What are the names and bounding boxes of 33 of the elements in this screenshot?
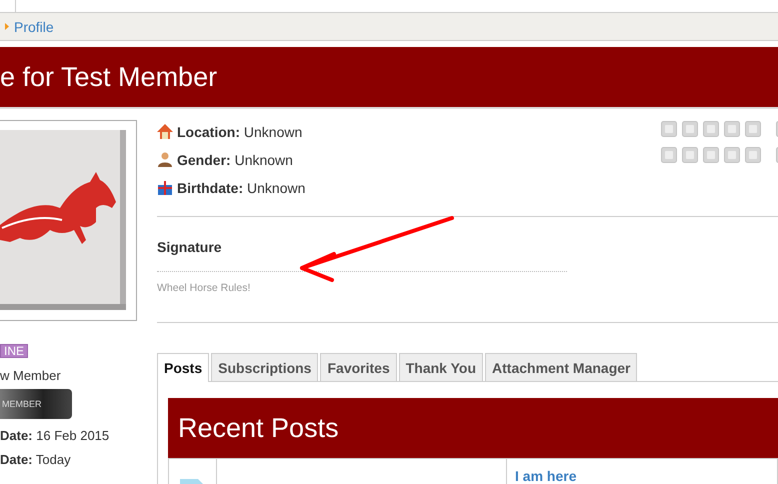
gift-icon — [157, 180, 173, 195]
share-icon[interactable] — [682, 121, 698, 137]
share-icon[interactable] — [703, 147, 719, 163]
member-stat: Date: Today — [0, 452, 71, 467]
rank-badge: MEMBER — [0, 389, 72, 419]
share-icon[interactable] — [682, 147, 698, 163]
share-icon[interactable] — [745, 121, 761, 137]
share-icon[interactable] — [703, 121, 719, 137]
detail-text: Birthdate: Unknown — [177, 180, 306, 196]
profile-tab[interactable]: Favorites — [320, 353, 397, 381]
breadcrumb-link[interactable]: Profile — [14, 18, 54, 34]
recent-posts-title: Recent Posts — [178, 412, 339, 444]
share-icon[interactable] — [745, 147, 761, 163]
status-badge: INE — [0, 344, 28, 358]
caret-icon — [5, 23, 9, 30]
rank-title: w Member — [0, 368, 61, 383]
share-icon[interactable] — [661, 121, 677, 137]
member-stat: Date: 16 Feb 2015 — [0, 428, 110, 443]
house-icon — [157, 124, 173, 139]
profile-tab[interactable]: Posts — [157, 353, 210, 382]
signature-heading: Signature — [157, 239, 223, 255]
signature-text: Wheel Horse Rules! — [157, 282, 252, 294]
profile-title: e for Test Member — [0, 62, 218, 92]
share-icon[interactable] — [724, 121, 740, 137]
share-icon[interactable] — [724, 147, 740, 163]
profile-tab[interactable]: Thank You — [398, 353, 484, 381]
detail-text: Gender: Unknown — [177, 152, 293, 168]
profile-tab[interactable]: Subscriptions — [211, 353, 318, 381]
share-icon[interactable] — [661, 147, 677, 163]
post-link[interactable]: I am here — [515, 468, 576, 484]
detail-text: Location: Unknown — [177, 124, 302, 140]
profile-tab[interactable]: Attachment Manager — [485, 353, 638, 381]
person-icon — [157, 152, 173, 167]
